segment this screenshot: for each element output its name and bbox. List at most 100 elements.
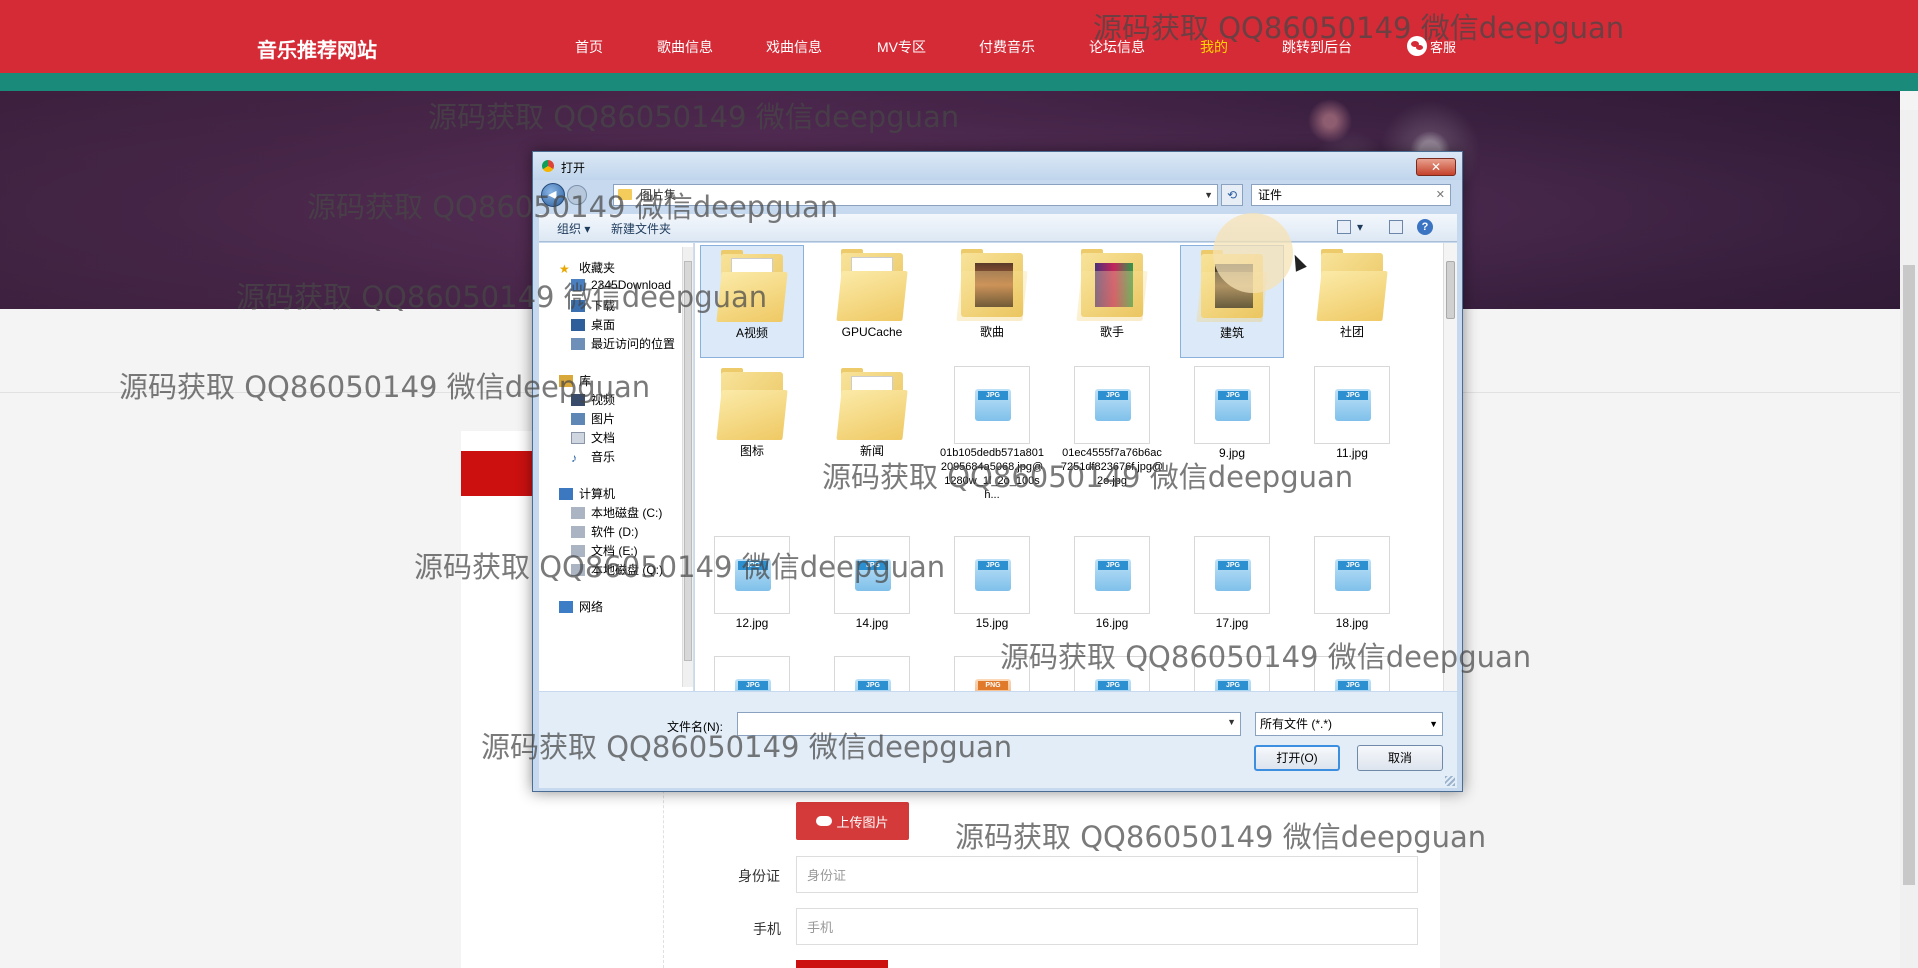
preview-pane-icon[interactable] <box>1389 220 1403 234</box>
breadcrumb-path[interactable]: 图片集 <box>640 188 676 202</box>
file-item[interactable]: JPG 14.jpg <box>820 534 924 630</box>
sidebar-scrollbar[interactable] <box>682 247 693 687</box>
site-brand[interactable]: 音乐推荐网站 <box>257 34 377 63</box>
file-list-scrollbar[interactable] <box>1443 243 1457 691</box>
file-item[interactable]: 图标 <box>700 364 804 458</box>
sidebar-favorites[interactable]: ★ 收藏夹 <box>559 259 615 276</box>
sidebar-item-2345download[interactable]: 2345Download <box>571 278 671 292</box>
sidebar-drive-e[interactable]: 文档 (E:) <box>571 542 638 559</box>
nav-paid-music[interactable]: 付费音乐 <box>979 37 1035 57</box>
jpg-file-icon: JPG <box>834 536 910 614</box>
upload-image-button[interactable]: 上传图片 <box>796 802 909 840</box>
organize-menu[interactable]: 组织 ▾ <box>557 220 590 237</box>
nav-mine[interactable]: 我的 <box>1200 37 1228 57</box>
phone-label: 手机 <box>753 921 781 937</box>
file-item[interactable]: JPG 15.jpg <box>940 534 1044 630</box>
nav-songs[interactable]: 歌曲信息 <box>657 37 713 57</box>
sidebar-item-documents[interactable]: 文档 <box>571 429 615 446</box>
file-name: 16.jpg <box>1095 616 1129 630</box>
computer-icon <box>559 487 573 500</box>
star-icon: ★ <box>559 261 570 276</box>
file-item[interactable]: 歌手 <box>1060 245 1164 339</box>
file-item[interactable]: 歌曲 <box>940 245 1044 339</box>
cancel-button[interactable]: 取消 <box>1357 745 1443 771</box>
sidebar-item-desktop[interactable]: 桌面 <box>571 316 615 333</box>
back-arrow-icon[interactable] <box>541 183 565 207</box>
view-dropdown-icon[interactable]: ▾ <box>1357 220 1363 234</box>
nav-opera[interactable]: 戏曲信息 <box>766 37 822 57</box>
library-icon <box>559 374 573 387</box>
sidebar-item-videos[interactable]: 视频 <box>571 391 615 408</box>
search-input[interactable]: 证件 ✕ <box>1251 184 1451 206</box>
chevron-down-icon[interactable]: ▼ <box>1204 185 1213 205</box>
chevron-down-icon[interactable]: ▼ <box>1227 717 1236 727</box>
sidebar-drive-q[interactable]: 本地磁盘 (Q:) <box>571 561 663 578</box>
nav-home[interactable]: 首页 <box>575 37 603 57</box>
file-item[interactable]: 新闻 <box>820 364 924 458</box>
phone-input[interactable]: 手机 <box>796 908 1418 945</box>
customer-service-link[interactable]: 客服 <box>1407 36 1456 56</box>
file-name: 17.jpg <box>1215 616 1249 630</box>
forward-arrow-icon[interactable] <box>567 185 587 205</box>
file-item[interactable]: 社团 <box>1300 245 1404 339</box>
sidebar-item-recent[interactable]: 最近访问的位置 <box>571 335 675 352</box>
file-name: A视频 <box>735 326 768 340</box>
file-item[interactable]: JPG <box>1180 654 1284 691</box>
nav-forum[interactable]: 论坛信息 <box>1089 37 1145 57</box>
open-button[interactable]: 打开(O) <box>1254 745 1340 771</box>
file-item[interactable]: JPG <box>700 654 804 691</box>
filename-input[interactable]: ▼ <box>737 712 1241 736</box>
file-item[interactable]: JPG 11.jpg <box>1300 364 1404 460</box>
top-navbar: 音乐推荐网站 首页 歌曲信息 戏曲信息 MV专区 付费音乐 论坛信息 我的 跳转… <box>0 0 1918 91</box>
file-item[interactable]: GPUCache <box>820 245 924 339</box>
refresh-icon[interactable]: ⟲ <box>1221 184 1243 206</box>
nav-admin[interactable]: 跳转到后台 <box>1282 37 1352 57</box>
sidebar-network[interactable]: 网络 <box>559 598 603 615</box>
upload-label: 上传图片 <box>836 814 889 830</box>
sidebar-drive-c[interactable]: 本地磁盘 (C:) <box>571 504 662 521</box>
file-item[interactable]: JPG 17.jpg <box>1180 534 1284 630</box>
sidebar-item-music[interactable]: ♪ 音乐 <box>571 448 615 465</box>
jpg-file-icon: JPG <box>714 656 790 691</box>
file-item[interactable]: A视频 <box>700 245 804 358</box>
file-item[interactable]: JPG <box>1300 654 1404 691</box>
file-item[interactable]: JPG 12.jpg <box>700 534 804 630</box>
sidebar-drive-d[interactable]: 软件 (D:) <box>571 523 638 540</box>
file-item[interactable]: JPG 18.jpg <box>1300 534 1404 630</box>
sidebar-item-pictures[interactable]: 图片 <box>571 410 615 427</box>
jpg-file-icon: JPG <box>954 366 1030 444</box>
file-name: 新闻 <box>859 444 884 458</box>
file-item[interactable]: PNG <box>940 654 1044 691</box>
page-scrollbar[interactable] <box>1900 110 1918 968</box>
file-item[interactable]: JPG 01b105dedb571a8012095684a5068.jpg@12… <box>940 364 1044 502</box>
clear-search-icon[interactable]: ✕ <box>1436 185 1445 205</box>
jpg-file-icon: JPG <box>1194 536 1270 614</box>
file-item[interactable]: JPG 9.jpg <box>1180 364 1284 460</box>
id-card-input[interactable]: 身份证 <box>796 856 1418 893</box>
address-bar[interactable]: 图片集 ▼ <box>613 184 1218 206</box>
folder-icon <box>716 366 788 442</box>
file-item[interactable]: JPG <box>1060 654 1164 691</box>
close-button[interactable]: ✕ <box>1416 158 1456 176</box>
view-options-icon[interactable] <box>1337 220 1351 234</box>
submit-button[interactable] <box>796 960 888 968</box>
resize-grip[interactable] <box>1445 776 1455 786</box>
file-name: 01ec4555f7a76b6ac7251df823676f.jpg@2o.jp… <box>1060 447 1164 487</box>
jpg-file-icon: JPG <box>1194 656 1270 691</box>
file-item[interactable]: JPG 01ec4555f7a76b6ac7251df823676f.jpg@2… <box>1060 364 1164 488</box>
file-item[interactable]: JPG 16.jpg <box>1060 534 1164 630</box>
sidebar-library[interactable]: 库 <box>559 372 591 389</box>
help-icon[interactable]: ? <box>1417 219 1433 235</box>
file-name: 14.jpg <box>855 616 889 630</box>
jpg-file-icon: JPG <box>834 656 910 691</box>
sidebar-item-downloads[interactable]: 下载 <box>571 297 615 314</box>
nav-mv[interactable]: MV专区 <box>877 37 926 57</box>
drive-icon <box>571 563 585 576</box>
new-folder-button[interactable]: 新建文件夹 <box>611 220 671 237</box>
sidebar-computer[interactable]: 计算机 <box>559 485 615 502</box>
file-type-select[interactable]: 所有文件 (*.*) ▼ <box>1255 712 1443 736</box>
file-item[interactable]: JPG <box>820 654 924 691</box>
file-open-dialog: 打开 ✕ 图片集 ▼ ⟲ 证件 ✕ 组织 ▾ 新建文件夹 ▾ ? ★收藏夹 23… <box>532 151 1463 792</box>
dialog-titlebar[interactable]: 打开 ✕ <box>533 152 1462 180</box>
video-icon <box>571 393 585 406</box>
